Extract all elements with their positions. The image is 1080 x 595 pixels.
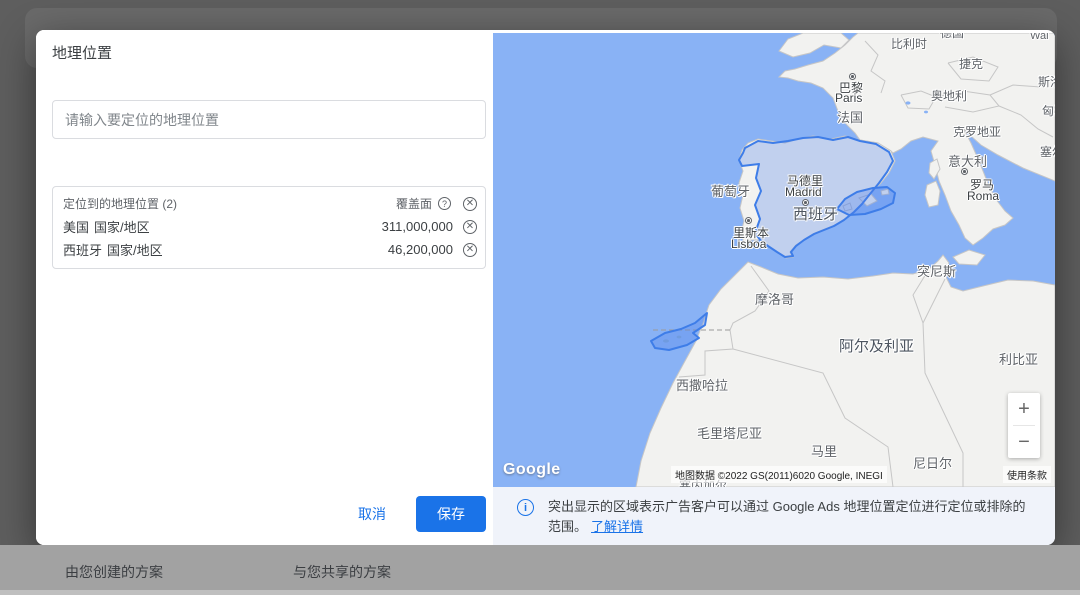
tab-plans-created-by-you[interactable]: 由您创建的方案 — [0, 545, 228, 590]
map-info-bar: i 突出显示的区域表示广告客户可以通过 Google Ads 地理位置定位进行定… — [493, 487, 1055, 545]
remove-location-icon[interactable]: ✕ — [463, 243, 477, 257]
map-zoom-control: + − — [1008, 393, 1040, 458]
dialog-left-panel: 地理位置 定位到的地理位置 (2) 覆盖面 ? ✕ 美国 国家/地区 311,0… — [36, 30, 493, 545]
learn-more-link[interactable]: 了解详情 — [591, 519, 643, 534]
targeted-locations-list: 定位到的地理位置 (2) 覆盖面 ? ✕ 美国 国家/地区 311,000,00… — [52, 186, 486, 269]
table-row-usa: 美国 国家/地区 311,000,000 ✕ — [63, 215, 477, 238]
save-button[interactable]: 保存 — [416, 496, 486, 532]
info-icon: i — [517, 499, 534, 516]
location-type: 国家/地区 — [94, 217, 150, 236]
map-attribution: 地图数据 ©2022 GS(2011)6020 Google, INEGI — [671, 466, 887, 483]
reach-column-header: 覆盖面 — [396, 195, 432, 212]
info-bar-text: 突出显示的区域表示广告客户可以通过 Google Ads 地理位置定位进行定位或… — [548, 497, 1028, 545]
cancel-button[interactable]: 取消 — [342, 496, 402, 532]
background-tab-bar: 由您创建的方案 与您共享的方案 — [0, 545, 1080, 595]
location-reach: 311,000,000 — [382, 219, 453, 234]
map-land-sardinia — [925, 181, 940, 207]
screen: 地理位置 定位到的地理位置 (2) 覆盖面 ? ✕ 美国 国家/地区 311,0… — [0, 0, 1080, 595]
location-type: 国家/地区 — [107, 240, 163, 259]
reach-help-icon[interactable]: ? — [438, 197, 451, 210]
location-name: 美国 — [63, 217, 89, 236]
zoom-out-button[interactable]: − — [1008, 426, 1040, 458]
location-search-input[interactable] — [52, 100, 486, 139]
table-row-spain: 西班牙 国家/地区 46,200,000 ✕ — [63, 238, 477, 261]
map-svg — [493, 33, 1055, 487]
zoom-in-button[interactable]: + — [1008, 393, 1040, 425]
tab-plans-shared-with-you[interactable]: 与您共享的方案 — [228, 545, 456, 590]
targeted-locations-count-label: 定位到的地理位置 (2) — [63, 195, 177, 212]
remove-location-icon[interactable]: ✕ — [463, 220, 477, 234]
map-canvas[interactable]: 比利时德国Wal捷克斯洛伐克奥地利匈牙利克罗地亚塞尔维亚法国意大利葡萄牙西班牙摩… — [493, 33, 1055, 487]
geo-location-dialog: 地理位置 定位到的地理位置 (2) 覆盖面 ? ✕ 美国 国家/地区 311,0… — [36, 30, 1055, 545]
location-name: 西班牙 — [63, 240, 102, 259]
remove-all-locations-icon[interactable]: ✕ — [463, 197, 477, 211]
targeted-locations-header-row: 定位到的地理位置 (2) 覆盖面 ? ✕ — [63, 192, 477, 215]
map-terms-link[interactable]: 使用条款 — [1003, 466, 1051, 483]
dialog-actions: 取消 保存 — [342, 496, 486, 532]
location-reach: 46,200,000 — [388, 242, 453, 257]
dialog-title: 地理位置 — [52, 42, 112, 63]
divider — [0, 590, 1080, 595]
